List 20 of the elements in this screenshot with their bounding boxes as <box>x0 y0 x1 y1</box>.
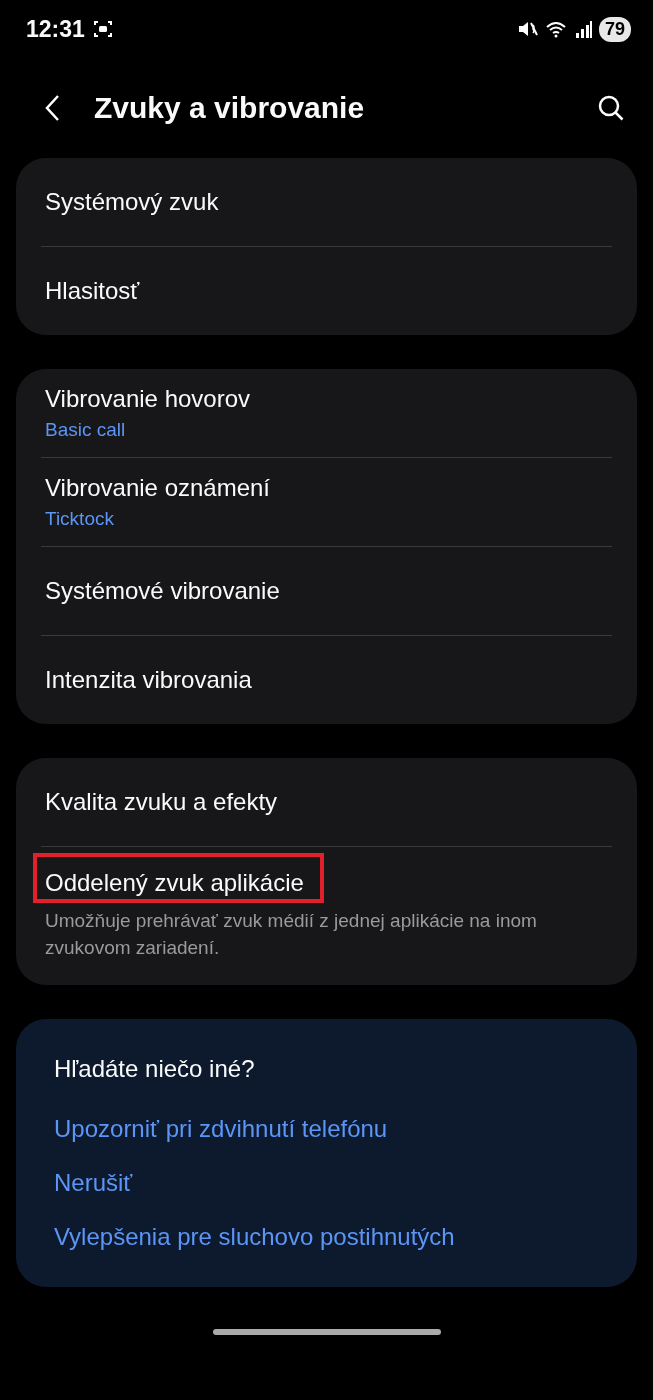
suggestion-link[interactable]: Vylepšenia pre sluchovo postihnutých <box>54 1223 599 1251</box>
settings-item[interactable]: Systémový zvuk <box>41 158 612 246</box>
page-title: Zvuky a vibrovanie <box>94 91 366 125</box>
mute-icon <box>516 19 539 39</box>
suggestions-title: Hľadáte niečo iné? <box>54 1055 256 1083</box>
settings-item[interactable]: Kvalita zvuku a efekty <box>41 758 612 846</box>
suggestion-link[interactable]: Upozorniť pri zdvihnutí telefónu <box>54 1115 599 1143</box>
settings-item[interactable]: Intenzita vibrovania <box>41 635 612 724</box>
settings-item[interactable]: Hlasitosť <box>41 246 612 335</box>
settings-item[interactable]: Vibrovanie hovorov Basic call <box>41 369 612 457</box>
screenshot-icon <box>92 19 113 39</box>
settings-item[interactable]: Oddelený zvuk aplikácie Umožňuje prehrávať zvuk médií z jednej aplikácie na inom zvukovom zariadení. <box>41 846 612 985</box>
settings-item[interactable]: Systémové vibrovanie <box>41 546 612 635</box>
signal-icon <box>574 19 593 39</box>
status-time: 12:31 <box>26 15 85 43</box>
suggestion-link[interactable]: Nerušiť <box>54 1169 599 1197</box>
battery-level: 79 <box>598 16 631 42</box>
search-icon <box>597 94 625 122</box>
settings-item[interactable]: Vibrovanie oznámení Ticktock <box>41 457 612 546</box>
back-icon <box>44 94 60 122</box>
